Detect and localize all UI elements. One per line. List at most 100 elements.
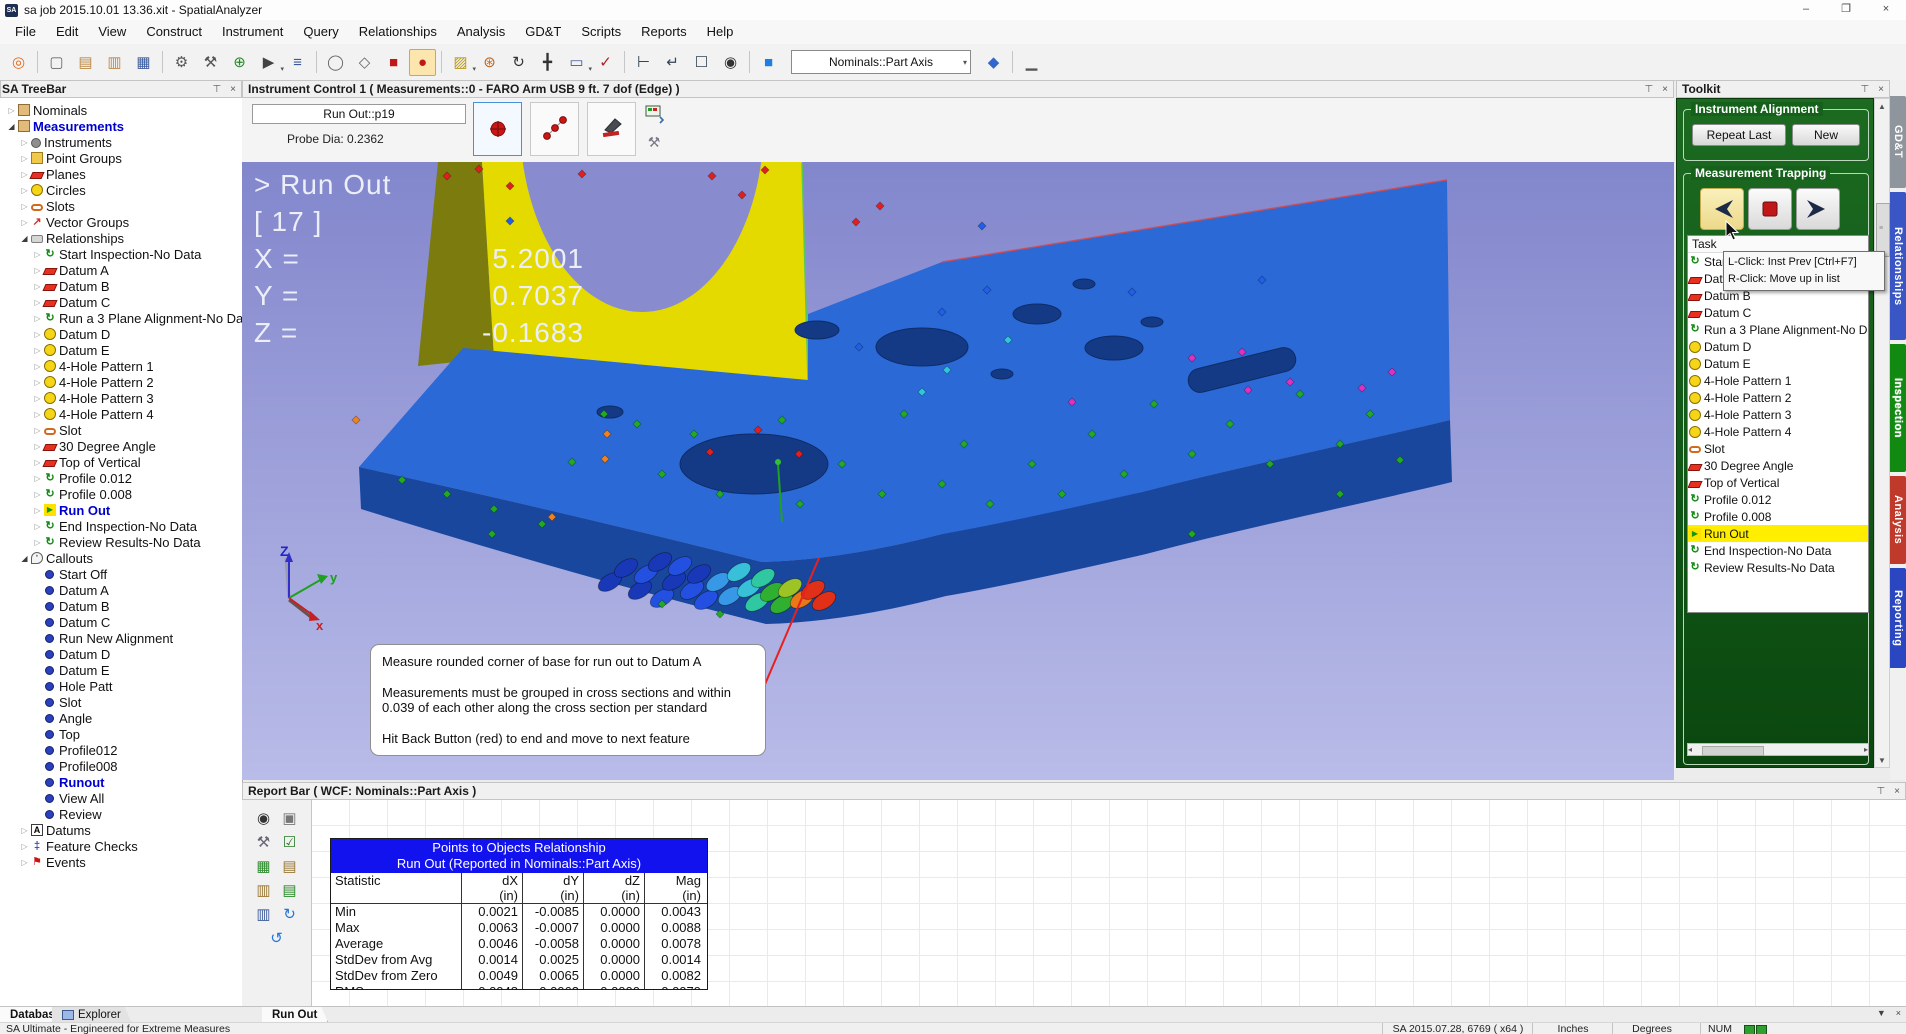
hierarchy-icon[interactable]: ≡	[284, 49, 311, 76]
collapsed-arrow-icon[interactable]: ▷	[32, 394, 43, 403]
collapsed-arrow-icon[interactable]: ▷	[32, 410, 43, 419]
task-item-run-a-3-plane-alignment-no-data[interactable]: ↻Run a 3 Plane Alignment-No Data	[1688, 321, 1868, 338]
tree-item-profile-0-012[interactable]: ▷↻Profile 0.012	[0, 470, 242, 486]
repeat-last-button[interactable]: Repeat Last	[1692, 124, 1786, 146]
minimized-window-icon[interactable]: ▁	[1018, 49, 1045, 76]
tree-item-runout[interactable]: Runout	[0, 774, 242, 790]
tree-item-review-results-no-data[interactable]: ▷↻Review Results-No Data	[0, 534, 242, 550]
report-page-add-icon[interactable]: ▤	[277, 878, 303, 902]
side-tab-analysis[interactable]: Analysis	[1890, 476, 1906, 564]
pin-icon[interactable]: ⊤	[212, 84, 221, 95]
menu-edit[interactable]: Edit	[46, 20, 88, 44]
tree-item-slot[interactable]: Slot	[0, 694, 242, 710]
collapsed-arrow-icon[interactable]: ▷	[32, 314, 43, 323]
tree-item-instruments[interactable]: ▷Instruments	[0, 134, 242, 150]
task-item-top-of-vertical[interactable]: Top of Vertical	[1688, 474, 1868, 491]
tree-item-datum-c[interactable]: Datum C	[0, 614, 242, 630]
collapsed-arrow-icon[interactable]: ▷	[32, 490, 43, 499]
task-item-4-hole-pattern-3[interactable]: 4-Hole Pattern 3	[1688, 406, 1868, 423]
close-icon[interactable]: ×	[1894, 786, 1900, 797]
collapsed-arrow-icon[interactable]: ▷	[32, 442, 43, 451]
tree-item-start-inspection-no-data[interactable]: ▷↻Start Inspection-No Data	[0, 246, 242, 262]
tree-item-hole-patt[interactable]: Hole Patt	[0, 678, 242, 694]
tree-item-review[interactable]: Review	[0, 806, 242, 822]
sphere-red-icon[interactable]: ●	[409, 49, 436, 76]
tree-item-datum-a[interactable]: ▷Datum A	[0, 262, 242, 278]
collapsed-arrow-icon[interactable]: ▷	[32, 250, 43, 259]
stream-points-measure-button[interactable]	[530, 102, 579, 156]
tab-run-out[interactable]: Run Out	[262, 1007, 328, 1023]
tree-item-measurements[interactable]: ◢Measurements	[0, 118, 242, 134]
collapsed-arrow-icon[interactable]: ▷	[19, 154, 30, 163]
report-pages-icon[interactable]: ▥	[251, 878, 277, 902]
tree-item-feature-checks[interactable]: ▷‡Feature Checks	[0, 838, 242, 854]
chevron-down-icon[interactable]: ▼	[1877, 1008, 1886, 1018]
tree-item-datum-a[interactable]: Datum A	[0, 582, 242, 598]
tree-item-datum-e[interactable]: ▷Datum E	[0, 342, 242, 358]
maximize-icon[interactable]: ❐	[1826, 0, 1866, 20]
tree-item-run-a-3-plane-alignment-no-data[interactable]: ▷↻Run a 3 Plane Alignment-No Data	[0, 310, 242, 326]
collapsed-arrow-icon[interactable]: ▷	[32, 282, 43, 291]
tree-item-slots[interactable]: ▷Slots	[0, 198, 242, 214]
report-options-wrench-icon[interactable]: ⚒	[251, 830, 277, 854]
side-tab-gd-t[interactable]: GD&T	[1890, 96, 1906, 188]
instrument-tools-icon[interactable]: ⚒	[642, 130, 666, 154]
tree-item-datum-c[interactable]: ▷Datum C	[0, 294, 242, 310]
task-item-datum-c[interactable]: Datum C	[1688, 304, 1868, 321]
import-file-icon[interactable]: ▥	[101, 49, 128, 76]
menu-view[interactable]: View	[88, 20, 136, 44]
tree-item-profile008[interactable]: Profile008	[0, 758, 242, 774]
copy-report-icon[interactable]: ▣	[277, 806, 303, 830]
tree-item-run-out[interactable]: ▷▶Run Out	[0, 502, 242, 518]
task-item-profile-0-008[interactable]: ↻Profile 0.008	[1688, 508, 1868, 525]
tree-item-end-inspection-no-data[interactable]: ▷↻End Inspection-No Data	[0, 518, 242, 534]
task-item-end-inspection-no-data[interactable]: ↻End Inspection-No Data	[1688, 542, 1868, 559]
minimize-icon[interactable]: –	[1786, 0, 1826, 20]
close-icon[interactable]: ×	[1866, 0, 1906, 20]
palette-icon[interactable]: ⊛	[476, 49, 503, 76]
task-item-4-hole-pattern-1[interactable]: 4-Hole Pattern 1	[1688, 372, 1868, 389]
stop-measure-button[interactable]	[1748, 188, 1792, 230]
collapsed-arrow-icon[interactable]: ▷	[32, 474, 43, 483]
tools-wrench-icon[interactable]: ⚒	[197, 49, 224, 76]
collapsed-arrow-icon[interactable]: ▷	[32, 266, 43, 275]
paint-can-icon[interactable]: ◆	[980, 49, 1007, 76]
open-file-icon[interactable]: ▤	[72, 49, 99, 76]
tree-item-relationships[interactable]: ◢Relationships	[0, 230, 242, 246]
measure-run-icon[interactable]: ▶▾	[255, 49, 282, 76]
close-icon[interactable]: ×	[1896, 1008, 1901, 1018]
collapsed-arrow-icon[interactable]: ▷	[32, 538, 43, 547]
tree-item-datum-e[interactable]: Datum E	[0, 662, 242, 678]
view-box-yellow-icon[interactable]: ▨▾	[447, 49, 474, 76]
help-lifering-icon[interactable]: ◎	[5, 49, 32, 76]
sync-monitor-icon[interactable]	[642, 102, 666, 126]
graphics-viewport[interactable]: Z y x > Run Out [ 17 ] X =5.2001Y =0.703…	[242, 162, 1674, 780]
collapsed-arrow-icon[interactable]: ▷	[19, 170, 30, 179]
menu-query[interactable]: Query	[293, 20, 348, 44]
expanded-arrow-icon[interactable]: ◢	[19, 554, 30, 563]
collapsed-arrow-icon[interactable]: ▷	[19, 858, 30, 867]
task-item-slot[interactable]: Slot	[1688, 440, 1868, 457]
task-item-profile-0-012[interactable]: ↻Profile 0.012	[1688, 491, 1868, 508]
expanded-arrow-icon[interactable]: ◢	[6, 122, 17, 131]
tree-item-vector-groups[interactable]: ▷↗Vector Groups	[0, 214, 242, 230]
pin-icon[interactable]: ⊤	[1860, 84, 1869, 95]
report-page-icon[interactable]: ▤	[277, 854, 303, 878]
snapshot-camera-icon[interactable]: ◉	[251, 806, 277, 830]
task-item-4-hole-pattern-4[interactable]: 4-Hole Pattern 4	[1688, 423, 1868, 440]
menu-help[interactable]: Help	[697, 20, 744, 44]
refresh-up-icon[interactable]: ↻	[277, 902, 303, 926]
close-icon[interactable]: ×	[1662, 84, 1668, 95]
menu-construct[interactable]: Construct	[136, 20, 212, 44]
display-settings-icon[interactable]: ▭▾	[563, 49, 590, 76]
collapsed-arrow-icon[interactable]: ▷	[32, 378, 43, 387]
task-item-datum-d[interactable]: Datum D	[1688, 338, 1868, 355]
close-icon[interactable]: ×	[230, 84, 236, 95]
collapsed-arrow-icon[interactable]: ▷	[32, 346, 43, 355]
tree-item-4-hole-pattern-2[interactable]: ▷4-Hole Pattern 2	[0, 374, 242, 390]
settings-gear-icon[interactable]: ⚙	[168, 49, 195, 76]
tree-item-30-degree-angle[interactable]: ▷30 Degree Angle	[0, 438, 242, 454]
tree-item-datum-d[interactable]: ▷Datum D	[0, 326, 242, 342]
paint-check-icon[interactable]: ✓	[592, 49, 619, 76]
collapsed-arrow-icon[interactable]: ▷	[19, 842, 30, 851]
